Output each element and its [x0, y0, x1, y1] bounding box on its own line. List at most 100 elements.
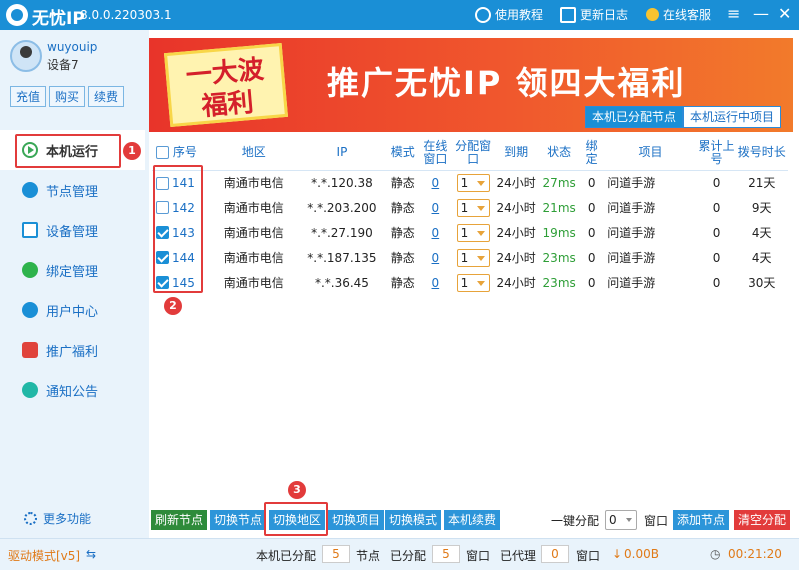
avatar[interactable]	[10, 40, 42, 72]
annotation-badge-3: 3	[288, 481, 306, 499]
cell-duration: 4天	[751, 226, 772, 240]
service-label: 在线客服	[663, 8, 712, 22]
cell-expire: 24小时	[496, 201, 536, 215]
minimize-icon[interactable]: —	[753, 4, 769, 23]
table-row[interactable]: 144 南通市电信 *.*.187.135 静态 0 1 24小时 23ms 0 问道手游 0 4天	[152, 245, 788, 270]
cell-online[interactable]: 0	[419, 195, 453, 220]
online-count-link[interactable]: 0	[432, 176, 440, 190]
nav-label: 推广福利	[46, 344, 99, 360]
nav-item-node-manage[interactable]: 节点管理	[0, 170, 145, 210]
alloc-window-select[interactable]: 1	[456, 198, 490, 217]
cell-total: 0	[712, 175, 721, 190]
col-header-duration: 拨号时长	[735, 136, 788, 171]
switch-mode-button[interactable]: 切换模式	[385, 510, 442, 530]
cell-status: 27ms	[542, 175, 576, 190]
table-header-row: 序号 地区 IP 模式 在线窗口 分配窗口 到期 状态 绑定 项目 累计上号 拨…	[152, 136, 788, 171]
cell-online[interactable]: 0	[419, 270, 453, 295]
proxy-count: 0	[541, 545, 569, 563]
tab-allocated-nodes[interactable]: 本机已分配节点	[585, 106, 684, 128]
cell-online[interactable]: 0	[419, 170, 453, 195]
buy-button[interactable]: 购买	[49, 86, 86, 107]
proxy-label: 已代理	[500, 549, 537, 563]
refresh-nodes-button[interactable]: 刷新节点	[151, 510, 208, 530]
nav-item-device-manage[interactable]: 设备管理	[0, 210, 145, 250]
service-button[interactable]: 在线客服	[646, 6, 711, 23]
user-icon	[22, 302, 38, 318]
online-count-link[interactable]: 0	[432, 226, 440, 240]
one-key-select[interactable]: 0	[605, 510, 637, 530]
nav-label: 通知公告	[46, 384, 99, 400]
local-renew-button[interactable]: 本机续费	[444, 510, 501, 530]
clear-allocation-button[interactable]: 清空分配	[734, 510, 791, 530]
status-bar: 驱动模式[v5] ⇆ 本机已分配 5 节点 已分配 5 窗口 已代理 0 窗口 …	[0, 538, 799, 570]
cell-bind: 0	[587, 175, 596, 190]
online-count-link[interactable]: 0	[432, 276, 440, 290]
changelog-button[interactable]: 更新日志	[560, 6, 628, 23]
document-icon	[560, 6, 576, 23]
nav-item-promo[interactable]: 推广福利	[0, 330, 145, 370]
table-row[interactable]: 143 南通市电信 *.*.27.190 静态 0 1 24小时 19ms 0 问道手游 0 4天	[152, 220, 788, 245]
recharge-button[interactable]: 充值	[10, 86, 47, 107]
col-header-online: 在线窗口	[418, 136, 453, 171]
alloc-window-select[interactable]: 1	[456, 173, 490, 192]
tab-running-projects[interactable]: 本机运行中项目	[683, 106, 782, 128]
cell-mode: 静态	[390, 251, 415, 265]
node-table: 序号 地区 IP 模式 在线窗口 分配窗口 到期 状态 绑定 项目 累计上号 拨…	[152, 136, 788, 295]
cell-alloc[interactable]: 1	[452, 170, 494, 195]
switch-project-button[interactable]: 切换项目	[328, 510, 385, 530]
menu-icon[interactable]: ≡	[727, 4, 740, 23]
more-features-button[interactable]: 更多功能	[24, 510, 91, 527]
cell-project: 问道手游	[607, 251, 656, 265]
table-row[interactable]: 141 南通市电信 *.*.120.38 静态 0 1 24小时 27ms 0 问道手游 0 21天	[152, 170, 788, 195]
assigned-label: 已分配	[390, 549, 427, 563]
title-bar: 无忧IP 8.0.0.220303.1 使用教程 更新日志 在线客服 ≡ — ✕	[0, 0, 799, 30]
cell-duration: 4天	[751, 251, 772, 265]
switch-node-button[interactable]: 切换节点	[210, 510, 267, 530]
select-all-checkbox[interactable]	[156, 146, 169, 160]
cell-online[interactable]: 0	[419, 220, 453, 245]
close-icon[interactable]: ✕	[778, 4, 791, 23]
cell-expire: 24小时	[496, 276, 536, 290]
nav-item-user-center[interactable]: 用户中心	[0, 290, 145, 330]
cell-alloc[interactable]: 1	[452, 245, 494, 270]
cell-ip: *.*.203.200	[307, 200, 377, 215]
cell-project: 问道手游	[607, 276, 656, 290]
cell-mode: 静态	[390, 176, 415, 191]
cell-project: 问道手游	[607, 226, 656, 240]
cell-alloc[interactable]: 1	[452, 220, 494, 245]
timer-value: 00:21:20	[728, 547, 782, 561]
cell-bind: 0	[587, 275, 596, 290]
cell-online[interactable]: 0	[419, 245, 453, 270]
cell-alloc[interactable]: 1	[452, 195, 494, 220]
cell-region: 南通市电信	[223, 176, 284, 191]
clock-icon: ◷	[710, 547, 721, 561]
alloc-window-select[interactable]: 1	[456, 223, 490, 242]
renew-button[interactable]: 续费	[88, 86, 125, 107]
more-label: 更多功能	[43, 512, 92, 526]
cell-status: 19ms	[542, 225, 576, 240]
cell-total: 0	[712, 275, 721, 290]
nav-item-notice[interactable]: 通知公告	[0, 370, 145, 410]
cell-alloc[interactable]: 1	[452, 270, 494, 295]
table-row[interactable]: 145 南通市电信 *.*.36.45 静态 0 1 24小时 23ms 0 问道手游 0 30天	[152, 270, 788, 295]
cell-bind: 0	[587, 225, 596, 240]
tutorial-button[interactable]: 使用教程	[475, 6, 543, 23]
alloc-window-select[interactable]: 1	[456, 273, 490, 292]
add-node-button[interactable]: 添加节点	[673, 510, 730, 530]
help-icon	[475, 6, 491, 23]
nav-item-bind-manage[interactable]: 绑定管理	[0, 250, 145, 290]
traffic-value: 0.00B	[624, 547, 659, 561]
refresh-icon[interactable]: ⇆	[86, 547, 96, 561]
online-count-link[interactable]: 0	[432, 251, 440, 265]
bind-icon	[22, 262, 38, 278]
online-count-link[interactable]: 0	[432, 201, 440, 215]
table-row[interactable]: 142 南通市电信 *.*.203.200 静态 0 1 24小时 21ms 0 问道手游 0 9天	[152, 195, 788, 220]
cell-expire: 24小时	[496, 176, 536, 191]
nav-menu: 本机运行 节点管理 设备管理 绑定管理 用户中心 推广福利 通知公告	[0, 130, 145, 410]
cell-region: 南通市电信	[223, 276, 284, 290]
col-header-ip: IP	[296, 136, 388, 171]
device-icon	[22, 222, 38, 238]
cell-status: 23ms	[542, 250, 576, 265]
alloc-window-select[interactable]: 1	[456, 248, 490, 267]
bell-icon	[22, 382, 38, 398]
